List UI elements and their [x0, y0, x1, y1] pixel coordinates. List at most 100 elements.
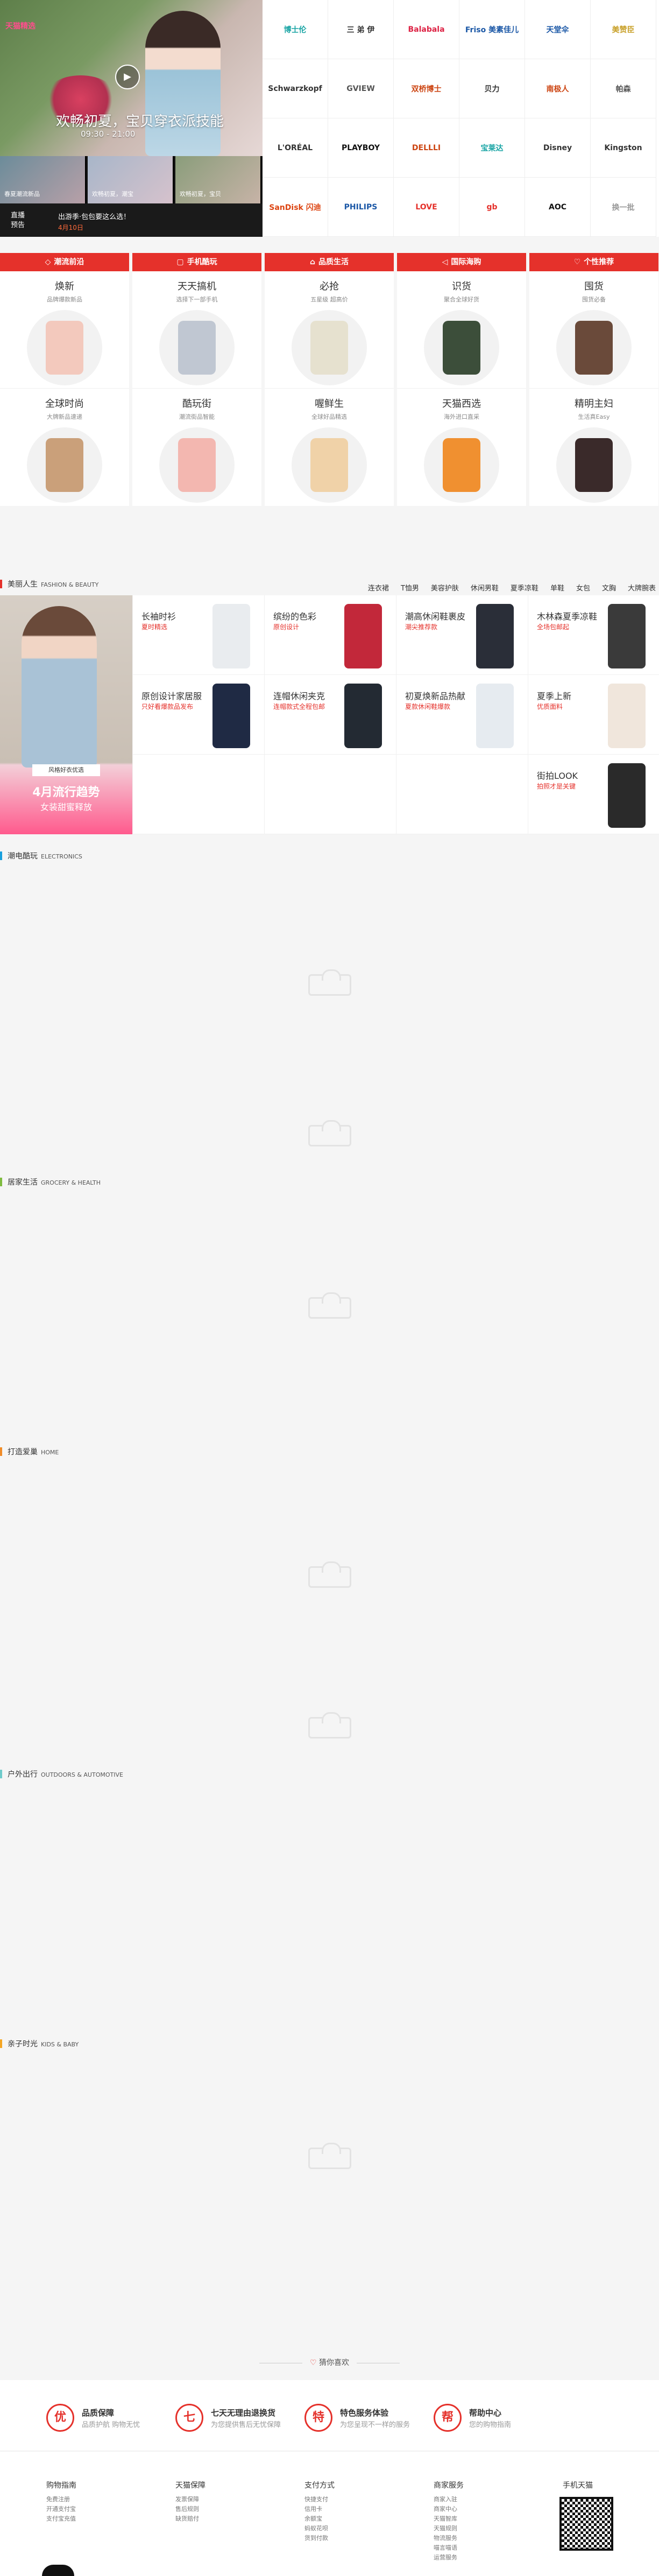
brand-logo[interactable]: AOC [525, 178, 591, 237]
brand-logo[interactable]: SanDisk 闪迪 [263, 178, 328, 237]
footer-link[interactable]: 支付宝充值 [46, 2514, 122, 2524]
floor-title-cn: 潮电酷玩 [8, 852, 38, 861]
channel-item[interactable]: 天猫西选 海外进口直采 [397, 389, 526, 506]
channel-item[interactable]: 必抢 五星级 超高价 [265, 271, 394, 389]
brand-name: 南极人 [546, 85, 569, 94]
brand-logo[interactable]: Disney [525, 118, 591, 178]
fashion-product-card[interactable]: 长袖时衫 夏时精选 [132, 595, 264, 675]
guarantee-item[interactable]: 帮帮助中心 您的购物指南 [434, 2404, 568, 2436]
footer-link[interactable]: 缺货赔付 [175, 2514, 251, 2524]
channel-item[interactable]: 喔鲜生 全球好品精选 [265, 389, 394, 506]
fashion-nav-link[interactable]: 文胸 [602, 585, 616, 593]
fashion-product-card[interactable]: 木林森夏季凉鞋 全场包邮起 [528, 595, 659, 675]
fashion-nav-link[interactable]: 大牌腕表 [628, 585, 656, 593]
footer-column-title: 商家服务 [434, 2481, 464, 2490]
footer-link[interactable]: 物流服务 [434, 2533, 509, 2543]
fashion-nav-link[interactable]: 女包 [576, 585, 590, 593]
channel-item[interactable]: 全球时尚 大牌新品速递 [0, 389, 129, 506]
hero-logo: 天猫精选 [5, 22, 36, 31]
brand-logo[interactable]: 宝莱达 [459, 118, 525, 178]
footer-link[interactable]: 天猫规则 [434, 2524, 509, 2533]
fashion-product-card[interactable]: 潮高休闲鞋裹皮 潮尖推荐款 [396, 595, 528, 675]
brand-logo[interactable]: 三 弟 伊 [328, 0, 394, 59]
channel-item[interactable]: 精明主妇 生活真Easy [529, 389, 658, 506]
footer-link[interactable]: 天猫智库 [434, 2514, 509, 2524]
brand-logo[interactable]: PLAYBOY [328, 118, 394, 178]
brand-logo[interactable]: 双桥博士 [394, 59, 459, 118]
play-icon[interactable]: ▶ [115, 65, 140, 89]
fashion-floor-content: 连衣裙 T恤男 美容护肤 休闲男鞋 夏季凉鞋 单鞋 女包 文胸 大牌腕表 风格好衣优选 4月流行… [0, 576, 659, 834]
channel-item[interactable]: 囤货 囤货必备 [529, 271, 658, 389]
footer-link[interactable]: 喵言喵语 [434, 2543, 509, 2553]
footer-link[interactable]: 蚂蚁花呗 [304, 2524, 380, 2533]
brand-logo[interactable]: 帕森 [591, 59, 656, 118]
fashion-product-card[interactable]: 街拍LOOK 拍照才是关键 [528, 755, 659, 834]
channel-item[interactable]: 天天搞机 选择下一部手机 [132, 271, 261, 389]
footer-link[interactable]: 商家入驻 [434, 2495, 509, 2504]
guarantee-item[interactable]: 优品质保障 品质护航 购物无忧 [46, 2404, 181, 2436]
brand-logo[interactable]: Kingston [591, 118, 656, 178]
brand-logo[interactable]: 换一批 [591, 178, 656, 237]
footer-link[interactable]: 售后规则 [175, 2504, 251, 2514]
brand-logo[interactable]: 博士伦 [263, 0, 328, 59]
channel-item[interactable]: 识货 聚合全球好货 [397, 271, 526, 389]
fashion-nav-link[interactable]: 单鞋 [550, 585, 564, 593]
video-thumbnail[interactable]: 春夏潮流新品 [0, 156, 86, 203]
footer-link[interactable]: 信用卡 [304, 2504, 380, 2514]
fashion-nav-link[interactable]: 连衣裙 [368, 585, 389, 593]
channel-header[interactable]: ◁ 国际海购 [397, 253, 526, 271]
brand-logo[interactable]: 南极人 [525, 59, 591, 118]
footer-link[interactable]: 货到付款 [304, 2533, 380, 2543]
footer-link[interactable]: 运营服务 [434, 2553, 509, 2563]
fashion-product-card[interactable]: 原创设计家居服 只好看爆款品发布 [132, 675, 264, 755]
channel-item[interactable]: 酷玩街 潮流街品智能 [132, 389, 261, 506]
fashion-product-title: 缤纷的色彩 [273, 611, 317, 622]
channel-header[interactable]: ◇ 潮流前沿 [0, 253, 129, 271]
brand-logo[interactable]: GVIEW [328, 59, 394, 118]
channel-item-subtitle: 生活真Easy [578, 413, 610, 420]
fashion-product-card[interactable]: 连帽休闲夹克 连帽款式全程包邮 [264, 675, 396, 755]
footer-link[interactable]: 余额宝 [304, 2514, 380, 2524]
footer-link[interactable]: 商家中心 [434, 2504, 509, 2514]
brand-logo[interactable]: PHILIPS [328, 178, 394, 237]
channel-header[interactable]: ⌂ 品质生活 [265, 253, 394, 271]
brand-logo[interactable]: gb [459, 178, 525, 237]
brand-logo[interactable]: Balabala [394, 0, 459, 59]
fashion-product-card[interactable]: 夏季上新 优质面料 [528, 675, 659, 755]
fashion-nav-link[interactable]: 美容护肤 [431, 585, 459, 593]
fashion-product-subtitle: 全场包邮起 [537, 623, 570, 631]
footer-link[interactable]: 发票保障 [175, 2495, 251, 2504]
channel-column: ◁ 国际海购 识货 聚合全球好货 天猫西选 海外进口直采 [397, 253, 526, 506]
brand-logo[interactable]: 天堂伞 [525, 0, 591, 59]
guarantee-item[interactable]: 特特色服务体验 为您呈现不一样的服务 [304, 2404, 439, 2436]
brand-logo[interactable]: LOVE [394, 178, 459, 237]
brand-logo[interactable]: DELLLI [394, 118, 459, 178]
footer-column: 天猫保障 发票保障 售后规则 缺货赔付 [175, 2480, 251, 2524]
hero-video-banner[interactable]: 天猫精选 ▶ 欢畅初夏，宝贝穿衣派技能 09:30 - 21:00 [0, 0, 263, 156]
brand-logo[interactable]: 贝力 [459, 59, 525, 118]
footer-link[interactable]: 开通支付宝 [46, 2504, 122, 2514]
fashion-product-card[interactable]: 缤纷的色彩 原创设计 [264, 595, 396, 675]
fashion-nav-link[interactable]: 夏季凉鞋 [511, 585, 538, 593]
footer-link[interactable]: 免费注册 [46, 2495, 122, 2504]
guarantee-title: 七天无理由退换货 [211, 2408, 276, 2418]
fashion-promo-banner[interactable]: 风格好衣优选 4月流行趋势 女装甜蜜释放 [0, 595, 132, 834]
fashion-nav-link[interactable]: 休闲男鞋 [471, 585, 499, 593]
live-preview-bar[interactable]: 直播 预告 出游季·包包要这么选！ 4月10日 [0, 203, 263, 237]
fashion-product-card[interactable]: 初夏焕新品热献 夏款休闲鞋爆款 [396, 675, 528, 755]
brand-logo[interactable]: L'ORÉAL [263, 118, 328, 178]
fashion-nav-link[interactable]: T恤男 [401, 585, 419, 593]
footer-column-title: 购物指南 [46, 2481, 76, 2490]
brand-logo[interactable]: 美赞臣 [591, 0, 656, 59]
channel-item[interactable]: 焕新 品牌爆款新品 [0, 271, 129, 389]
fashion-product-title: 夏季上新 [537, 691, 572, 701]
guarantee-title: 特色服务体验 [340, 2408, 389, 2418]
channel-header[interactable]: ▢ 手机酷玩 [132, 253, 261, 271]
channel-header[interactable]: ♡ 个性推荐 [529, 253, 658, 271]
video-thumbnail[interactable]: 欢畅初夏，宝贝 [175, 156, 261, 203]
footer-link[interactable]: 快捷支付 [304, 2495, 380, 2504]
brand-logo[interactable]: Schwarzkopf [263, 59, 328, 118]
video-thumbnail[interactable]: 欢畅初夏，潮宝 [88, 156, 174, 203]
guarantee-item[interactable]: 七七天无理由退换货 为您提供售后无忧保障 [175, 2404, 310, 2436]
brand-logo[interactable]: Friso 美素佳儿 [459, 0, 525, 59]
